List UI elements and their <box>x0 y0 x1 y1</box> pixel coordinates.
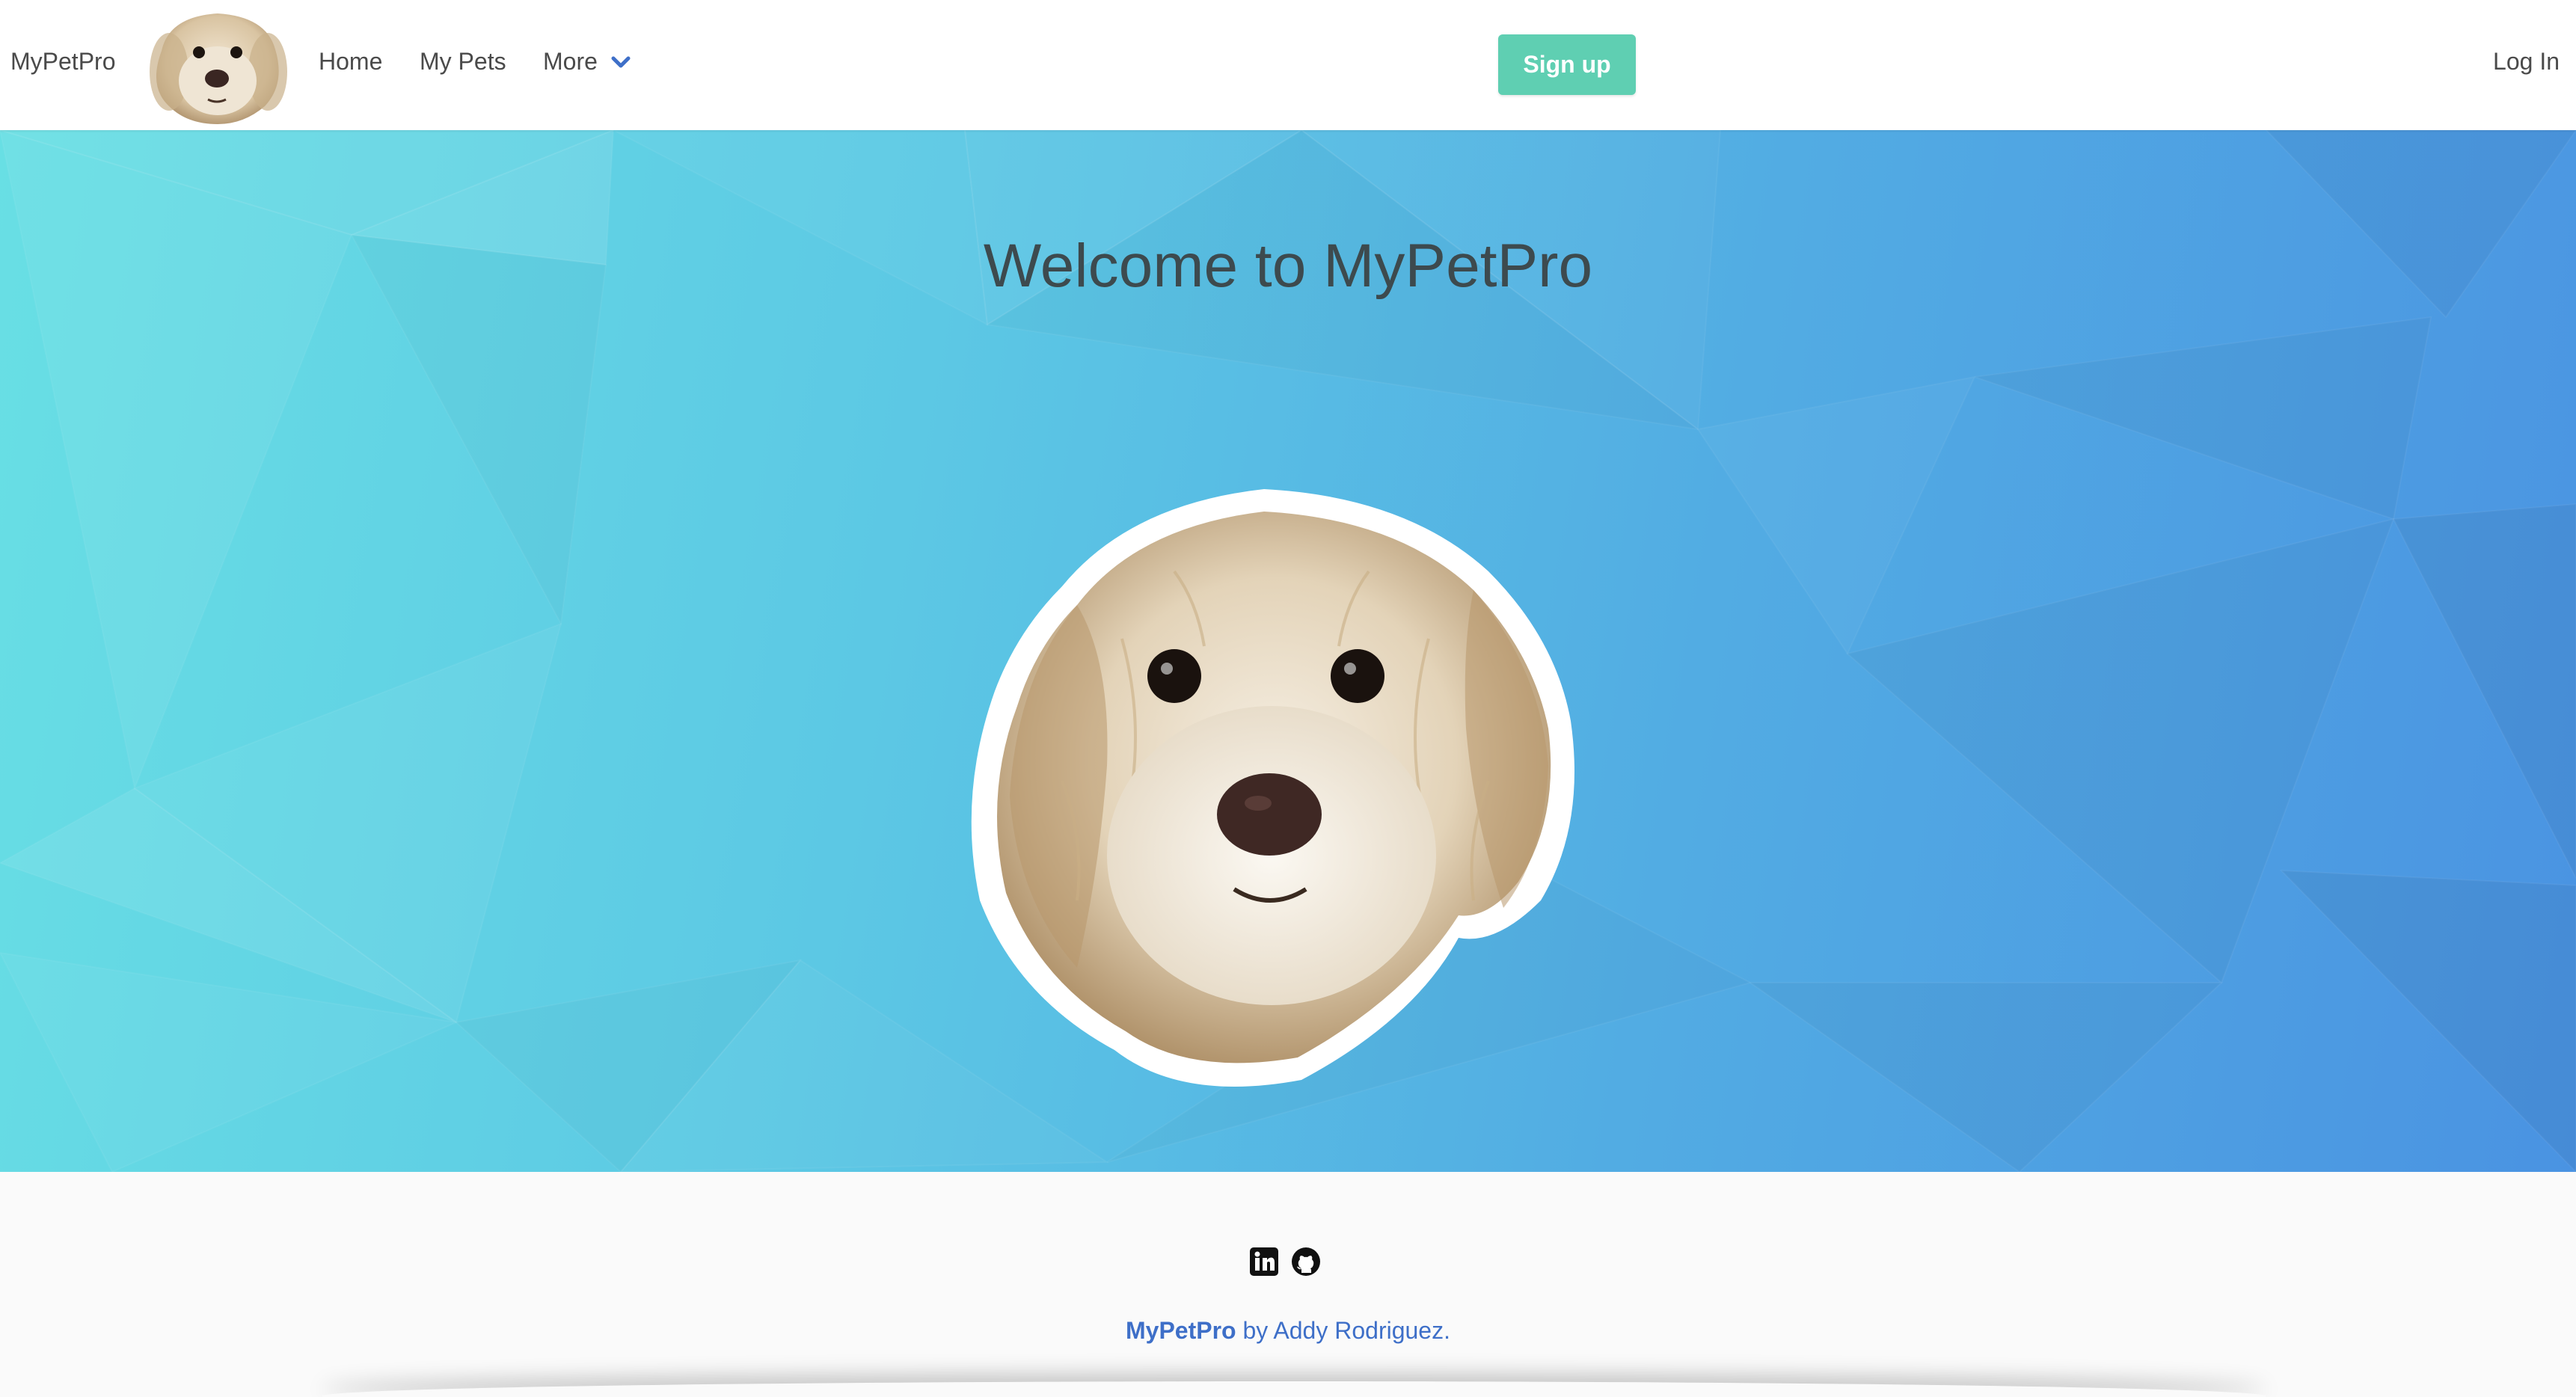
chevron-down-icon <box>611 56 631 67</box>
brand-link[interactable]: MyPetPro <box>10 48 115 76</box>
hero-title: Welcome to MyPetPro <box>983 232 1593 300</box>
footer-author-link[interactable]: Addy Rodriguez <box>1273 1317 1444 1344</box>
login-link[interactable]: Log In <box>2493 48 2560 76</box>
nav-more-dropdown[interactable]: More <box>543 48 631 76</box>
nav-my-pets-link[interactable]: My Pets <box>420 48 506 76</box>
footer-bottom-shadow <box>322 1381 2266 1397</box>
footer-brand-link[interactable]: MyPetPro <box>1126 1317 1236 1344</box>
navbar: MyPetPro Home My Pets More Sign up Log I… <box>0 0 2576 130</box>
github-icon[interactable] <box>1291 1247 1321 1277</box>
footer-suffix: . <box>1444 1317 1450 1344</box>
nav-home-link[interactable]: Home <box>319 48 382 76</box>
nav-more-label: More <box>543 48 598 75</box>
hero-section: Welcome to MyPetPro <box>0 130 2576 1172</box>
footer: MyPetPro by Addy Rodriguez. <box>0 1172 2576 1397</box>
footer-credit: MyPetPro by Addy Rodriguez. <box>0 1317 2576 1345</box>
linkedin-icon[interactable] <box>1249 1247 1279 1277</box>
signup-button[interactable]: Sign up <box>1498 34 1636 95</box>
footer-social-links <box>1249 1247 1321 1277</box>
footer-by-text: by <box>1236 1317 1274 1344</box>
dog-face-illustration <box>971 489 1574 1087</box>
dog-logo-icon[interactable] <box>139 6 296 126</box>
